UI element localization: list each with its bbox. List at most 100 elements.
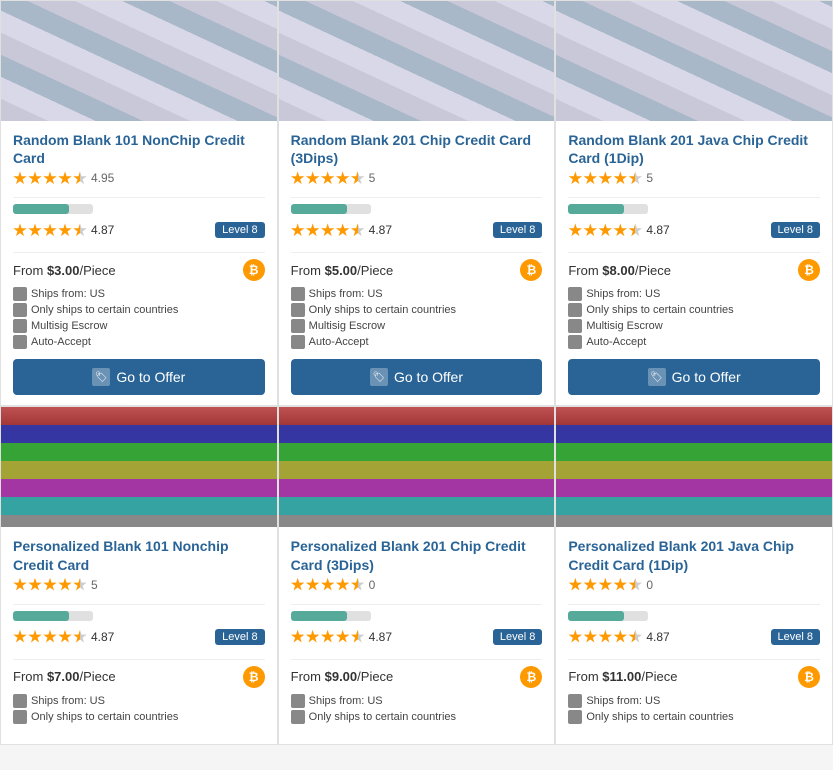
product-image (1, 407, 277, 527)
product-card-p3: Random Blank 201 Java Chip Credit Card (… (555, 0, 833, 406)
divider-top (568, 197, 820, 198)
seller-rating-value: 4.87 (91, 630, 114, 644)
product-title: Personalized Blank 201 Chip Credit Card … (291, 537, 543, 573)
go-to-offer-button[interactable]: 🏷Go to Offer (13, 359, 265, 395)
product-card-p6: Personalized Blank 201 Java Chip Credit … (555, 406, 833, 744)
star-filled (568, 578, 582, 592)
star-filled (613, 223, 627, 237)
divider-top (13, 604, 265, 605)
star-half (628, 630, 642, 644)
product-image (279, 1, 555, 121)
seller-bar (291, 611, 371, 621)
star-filled (321, 223, 335, 237)
seller-bar-fill (13, 204, 69, 214)
info-item-auto-accept: Auto-Accept (568, 335, 820, 349)
bitcoin-icon: ₿ (243, 666, 265, 688)
star-filled (58, 171, 72, 185)
product-card-p4: Personalized Blank 101 Nonchip Credit Ca… (0, 406, 278, 744)
info-text: Only ships to certain countries (309, 711, 456, 723)
price-text: From $3.00/Piece (13, 263, 116, 278)
product-rating-row: 5 (13, 578, 265, 592)
auto-accept-icon (13, 335, 27, 349)
card-body: Personalized Blank 201 Java Chip Credit … (556, 527, 832, 743)
price-row: From $11.00/Piece₿ (568, 666, 820, 688)
star-filled (583, 630, 597, 644)
seller-rating-value: 4.87 (646, 630, 669, 644)
info-item-auto-accept: Auto-Accept (291, 335, 543, 349)
star-filled (58, 578, 72, 592)
divider-top (291, 604, 543, 605)
star-filled (306, 630, 320, 644)
info-item-only-ships: Only ships to certain countries (568, 710, 820, 724)
info-item-ships-from: Ships from: US (568, 694, 820, 708)
star-filled (598, 171, 612, 185)
star-filled (28, 630, 42, 644)
card-body: Random Blank 101 NonChip Credit Card4.95… (1, 121, 277, 405)
star-half (73, 223, 87, 237)
seller-bar (291, 204, 371, 214)
star-half (351, 171, 365, 185)
go-to-offer-label: Go to Offer (672, 369, 741, 385)
image-placeholder (556, 407, 832, 527)
go-to-offer-label: Go to Offer (394, 369, 463, 385)
seller-rating-row: 4.87Level 8 (291, 222, 543, 238)
image-placeholder (279, 1, 555, 121)
only-ships-icon (568, 710, 582, 724)
info-text: Only ships to certain countries (31, 711, 178, 723)
info-item-ships-from: Ships from: US (291, 287, 543, 301)
ships-from-icon (291, 694, 305, 708)
star-filled (13, 171, 27, 185)
multisig-icon (291, 319, 305, 333)
info-text: Multisig Escrow (31, 320, 107, 332)
only-ships-icon (13, 710, 27, 724)
star-half (628, 171, 642, 185)
info-text: Multisig Escrow (586, 320, 662, 332)
star-half (351, 630, 365, 644)
info-list: Ships from: US Only ships to certain cou… (568, 287, 820, 351)
offer-icon: 🏷 (370, 368, 388, 386)
star-filled (583, 223, 597, 237)
info-item-only-ships: Only ships to certain countries (291, 710, 543, 724)
star-filled (598, 223, 612, 237)
bitcoin-icon: ₿ (798, 259, 820, 281)
product-title: Random Blank 201 Chip Credit Card (3Dips… (291, 131, 543, 167)
star-filled (28, 223, 42, 237)
price-row: From $7.00/Piece₿ (13, 666, 265, 688)
stars (291, 171, 365, 185)
go-to-offer-button[interactable]: 🏷Go to Offer (568, 359, 820, 395)
seller-bar (13, 204, 93, 214)
product-image (556, 407, 832, 527)
image-placeholder (279, 407, 555, 527)
seller-rating-value: 4.87 (369, 630, 392, 644)
image-placeholder (1, 1, 277, 121)
go-to-offer-button[interactable]: 🏷 Go to Offer (291, 359, 543, 395)
product-title: Random Blank 201 Java Chip Credit Card (… (568, 131, 820, 167)
star-filled (321, 171, 335, 185)
star-filled (598, 578, 612, 592)
price-value: $11.00 (602, 669, 641, 684)
stars (13, 630, 87, 644)
image-placeholder (556, 1, 832, 121)
only-ships-icon (13, 303, 27, 317)
seller-stars: 4.87 (13, 223, 114, 237)
ships-from-icon (13, 287, 27, 301)
info-text: Auto-Accept (31, 336, 91, 348)
seller-bar-fill (568, 611, 624, 621)
star-filled (58, 223, 72, 237)
review-count: 0 (369, 578, 376, 592)
star-filled (13, 630, 27, 644)
product-image (556, 1, 832, 121)
level-badge: Level 8 (771, 222, 820, 238)
info-item-ships-from: Ships from: US (13, 287, 265, 301)
seller-bar (568, 611, 648, 621)
stars (291, 578, 365, 592)
star-filled (306, 578, 320, 592)
star-filled (306, 223, 320, 237)
bitcoin-icon: ₿ (520, 666, 542, 688)
stars (568, 578, 642, 592)
info-text: Only ships to certain countries (31, 304, 178, 316)
bitcoin-icon: ₿ (798, 666, 820, 688)
product-title: Personalized Blank 201 Java Chip Credit … (568, 537, 820, 573)
star-filled (13, 578, 27, 592)
star-filled (336, 578, 350, 592)
